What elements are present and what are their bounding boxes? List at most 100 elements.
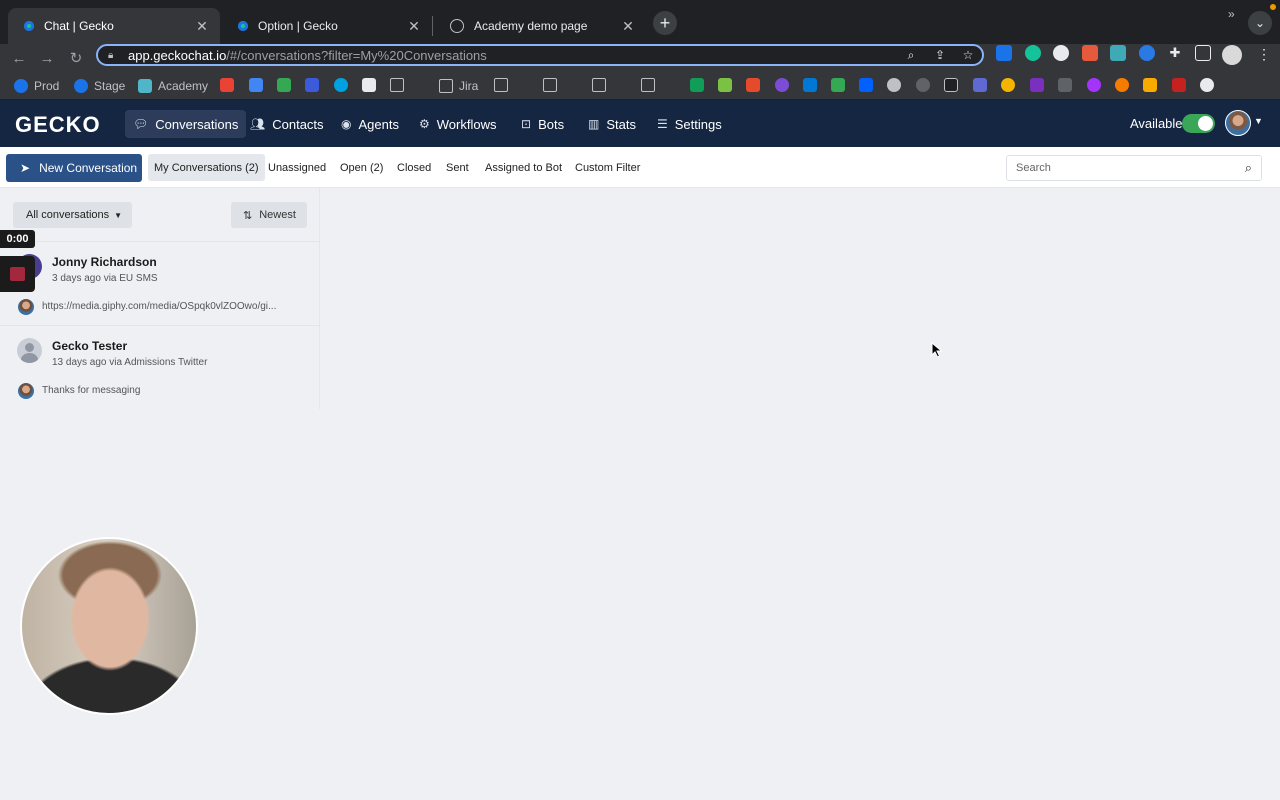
extension-bookmark-icon[interactable]: [916, 78, 930, 92]
filter-closed[interactable]: Closed: [391, 154, 437, 181]
folder-icon[interactable]: [390, 78, 404, 92]
stop-icon: [10, 267, 25, 281]
forward-arrow-icon[interactable]: →: [36, 47, 58, 69]
extension-bookmark-icon[interactable]: [1030, 78, 1044, 92]
folder-icon[interactable]: [543, 78, 557, 92]
agent-avatar: [18, 383, 34, 399]
nav-agents[interactable]: ◉ Agents: [333, 110, 407, 138]
browser-tab-academy[interactable]: Academy demo page ✕: [434, 8, 646, 44]
bookmark-star-icon[interactable]: ☆: [959, 46, 977, 64]
bookmark-label: Prod: [34, 79, 60, 93]
folder-icon[interactable]: [494, 78, 508, 92]
extension-icon[interactable]: [1025, 45, 1041, 61]
folder-icon[interactable]: [641, 78, 655, 92]
filter-unassigned[interactable]: Unassigned: [262, 154, 332, 181]
stop-recording-button[interactable]: [0, 256, 35, 292]
analytics-icon[interactable]: [1143, 78, 1157, 92]
tab-title: Chat | Gecko: [44, 19, 114, 33]
filter-custom[interactable]: Custom Filter: [569, 154, 646, 181]
extension-bookmark-icon[interactable]: [305, 78, 319, 92]
user-circle-icon: ◉: [341, 117, 352, 131]
user-avatar[interactable]: [1225, 110, 1251, 136]
extension-icon[interactable]: [1110, 45, 1126, 61]
app-nav-bar: GECKO 💬︎ Conversations 👥︎ Contacts ◉ Age…: [0, 100, 1280, 147]
search-input[interactable]: [1016, 162, 1245, 174]
gmail-icon[interactable]: [220, 78, 234, 92]
academy-favicon-icon: [138, 79, 152, 93]
conversation-item[interactable]: Gecko Tester 13 days ago via Admissions …: [0, 325, 320, 409]
messenger-icon[interactable]: [1087, 78, 1101, 92]
nav-settings[interactable]: ☰ Settings: [649, 110, 730, 138]
chrome-icon[interactable]: [1001, 78, 1015, 92]
agent-avatar: [18, 299, 34, 315]
bookmark-academy[interactable]: Academy: [138, 78, 208, 94]
zoom-icon[interactable]: ⌕: [902, 46, 920, 64]
dropbox-icon[interactable]: [859, 78, 873, 92]
drive-icon[interactable]: [831, 78, 845, 92]
extension-bookmark-icon[interactable]: [1200, 78, 1214, 92]
reload-icon[interactable]: ↻: [65, 47, 87, 69]
new-conversation-button[interactable]: ➤ New Conversation: [6, 154, 142, 182]
salesforce-icon[interactable]: [334, 78, 348, 92]
more-menu-icon[interactable]: ⋮: [1256, 44, 1272, 64]
nav-contacts[interactable]: 👥︎ Contacts: [242, 110, 332, 138]
close-tab-icon[interactable]: ✕: [194, 18, 210, 34]
extension-bookmark-icon[interactable]: [1058, 78, 1072, 92]
drive-icon[interactable]: [277, 78, 291, 92]
bookmarks-overflow[interactable]: »: [1228, 6, 1235, 22]
extension-bookmark-icon[interactable]: [746, 78, 760, 92]
extension-bookmark-icon[interactable]: [1172, 78, 1186, 92]
extension-icon[interactable]: [996, 45, 1012, 61]
webcam-bubble[interactable]: [20, 537, 198, 715]
browser-tab-chat[interactable]: Chat | Gecko ✕: [8, 8, 220, 44]
extension-icon[interactable]: [1139, 45, 1155, 61]
filter-sent[interactable]: Sent: [440, 154, 475, 181]
filter-open[interactable]: Open (2): [334, 154, 389, 181]
bookmark-jira[interactable]: Jira: [439, 78, 478, 94]
share-icon[interactable]: ⇪: [931, 46, 949, 64]
back-arrow-icon[interactable]: ←: [8, 47, 30, 69]
extension-bookmark-icon[interactable]: [973, 78, 987, 92]
update-indicator: [1270, 4, 1276, 10]
close-tab-icon[interactable]: ✕: [406, 18, 422, 34]
bookmark-stage[interactable]: Stage: [74, 78, 125, 94]
address-bar[interactable]: 🔒︎ app.geckochat.io/#/conversations?filt…: [96, 44, 984, 66]
recording-timer: 0:00: [0, 230, 35, 248]
nav-workflows[interactable]: ⚙ Workflows: [411, 110, 504, 138]
gecko-favicon-icon: [74, 79, 88, 93]
side-panel-icon[interactable]: [1195, 45, 1211, 61]
search-icon[interactable]: ⌕: [1245, 160, 1252, 176]
availability-toggle[interactable]: [1182, 114, 1215, 133]
conversation-scope-dropdown[interactable]: All conversations ▼: [13, 202, 132, 228]
puzzle-icon[interactable]: ✚: [1167, 45, 1183, 61]
extension-icon[interactable]: [1053, 45, 1069, 61]
nav-bots[interactable]: ⊡ Bots: [513, 110, 572, 138]
sort-button[interactable]: ⇅ Newest: [231, 202, 307, 228]
nav-stats[interactable]: ▥ Stats: [580, 110, 644, 138]
nav-label: Contacts: [272, 116, 324, 132]
mouse-cursor-icon: [931, 342, 943, 358]
profile-avatar[interactable]: [1222, 45, 1242, 65]
extension-bookmark-icon[interactable]: [775, 78, 789, 92]
folder-icon[interactable]: [592, 78, 606, 92]
globe-icon[interactable]: [887, 78, 901, 92]
calendar-icon[interactable]: [249, 78, 263, 92]
filter-my-conversations[interactable]: My Conversations (2): [148, 154, 265, 181]
browser-tab-option[interactable]: Option | Gecko ✕: [222, 8, 432, 44]
gecko-logo[interactable]: GECKO: [15, 112, 101, 138]
new-tab-button[interactable]: +: [653, 11, 677, 35]
nav-conversations[interactable]: 💬︎ Conversations: [125, 110, 247, 138]
filter-assigned-to-bot[interactable]: Assigned to Bot: [479, 154, 568, 181]
chevron-down-icon[interactable]: ▼: [1254, 116, 1263, 126]
outlook-icon[interactable]: [803, 78, 817, 92]
tab-search-chevron-icon[interactable]: ⌄: [1248, 11, 1272, 35]
extension-icon[interactable]: [1082, 45, 1098, 61]
extension-bookmark-icon[interactable]: [718, 78, 732, 92]
conversation-item[interactable]: Jonny Richardson 3 days ago via EU SMS h…: [0, 241, 320, 325]
close-tab-icon[interactable]: ✕: [620, 18, 636, 34]
extension-bookmark-icon[interactable]: [944, 78, 958, 92]
notion-icon[interactable]: [362, 78, 376, 92]
bookmark-prod[interactable]: Prod: [14, 78, 59, 94]
extension-bookmark-icon[interactable]: [1115, 78, 1129, 92]
sheets-icon[interactable]: [690, 78, 704, 92]
